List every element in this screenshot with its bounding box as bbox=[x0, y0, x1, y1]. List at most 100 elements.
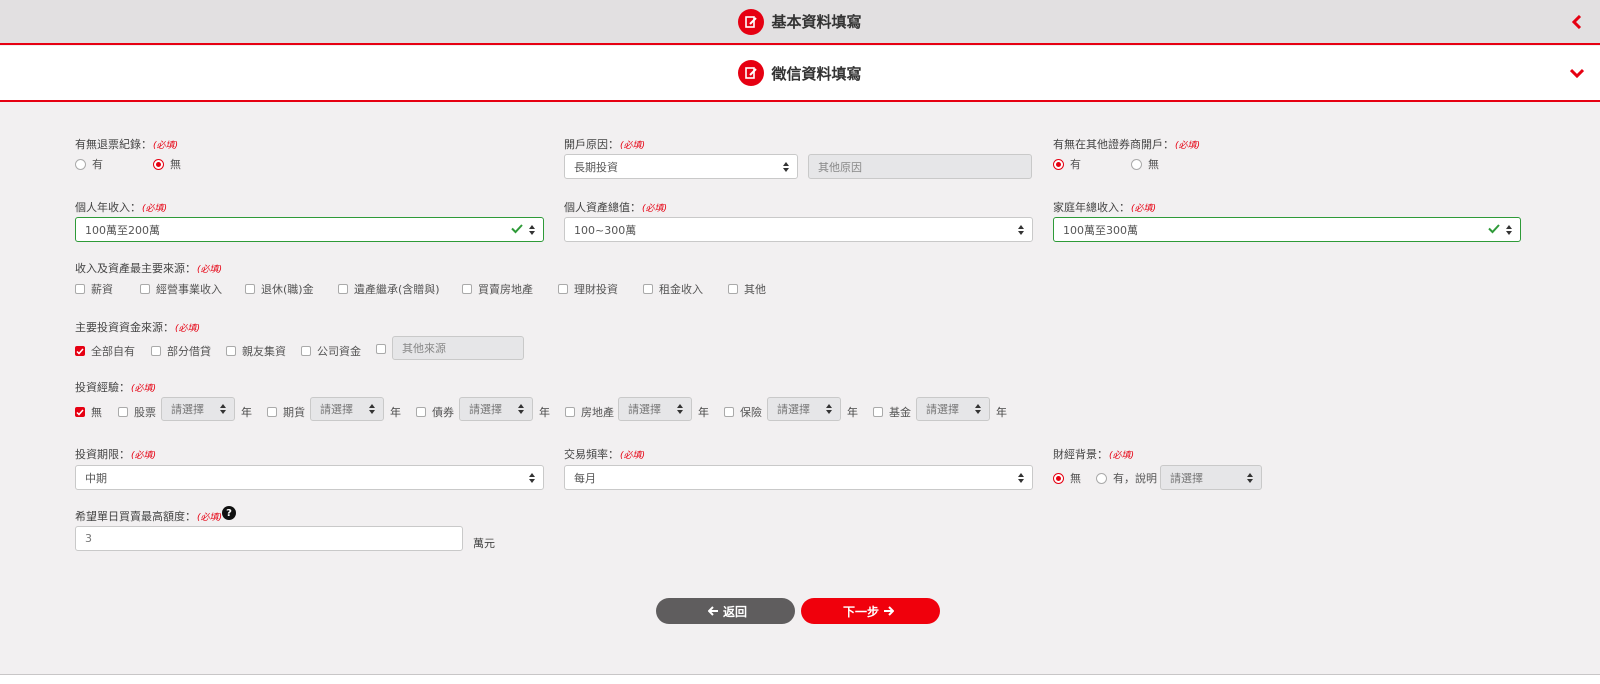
income-source-other-checkbox[interactable]: 其他 bbox=[728, 281, 766, 297]
other-broker-no-radio[interactable]: 無 bbox=[1131, 156, 1159, 172]
checkbox-icon bbox=[565, 407, 575, 417]
experience-stock-checkbox[interactable]: 股票 bbox=[118, 404, 156, 420]
experience-bonds-years-select[interactable]: 請選擇 bbox=[459, 397, 533, 421]
open-reason-select[interactable]: 長期投資 bbox=[564, 154, 798, 179]
next-button[interactable]: 下一步 bbox=[801, 598, 940, 624]
checkbox-label: 親友集資 bbox=[242, 345, 286, 358]
fund-sources-label: 主要投資資金來源：(必填) bbox=[75, 321, 201, 334]
select-arrows-icon bbox=[369, 404, 375, 414]
checkbox-icon bbox=[245, 284, 255, 294]
annual-income-select[interactable]: 100萬至200萬 bbox=[75, 217, 544, 242]
total-assets-label: 個人資產總值：(必填) bbox=[564, 201, 668, 214]
fund-source-company-checkbox[interactable]: 公司資金 bbox=[301, 343, 361, 359]
daily-limit-unit: 萬元 bbox=[473, 537, 495, 550]
chevron-down-icon[interactable] bbox=[1568, 64, 1586, 82]
daily-limit-input[interactable]: 3 bbox=[75, 526, 463, 551]
select-value: 100萬至300萬 bbox=[1063, 223, 1138, 237]
financial-background-yes-radio[interactable]: 有，說明 bbox=[1096, 470, 1157, 486]
section-header-basic-info[interactable]: 基本資料填寫 bbox=[0, 0, 1600, 45]
trade-frequency-label: 交易頻率：(必填) bbox=[564, 448, 646, 461]
select-arrows-icon bbox=[518, 404, 524, 414]
fund-source-other-checkbox[interactable] bbox=[376, 344, 392, 354]
fund-source-other-input[interactable]: 其他來源 bbox=[392, 336, 524, 360]
help-icon[interactable]: ? bbox=[222, 506, 236, 520]
experience-label: 投資經驗：(必填) bbox=[75, 381, 157, 394]
years-unit: 年 bbox=[698, 406, 709, 419]
checkbox-label: 期貨 bbox=[283, 406, 305, 419]
select-value: 長期投資 bbox=[574, 160, 618, 174]
checkbox-icon bbox=[226, 346, 236, 356]
household-income-select[interactable]: 100萬至300萬 bbox=[1053, 217, 1521, 242]
select-arrows-icon bbox=[529, 224, 535, 235]
experience-none-checkbox[interactable]: 無 bbox=[75, 404, 102, 420]
checkbox-icon bbox=[416, 407, 426, 417]
experience-futures-years-select[interactable]: 請選擇 bbox=[310, 397, 384, 421]
invest-period-select[interactable]: 中期 bbox=[75, 465, 544, 490]
back-button[interactable]: 返回 bbox=[656, 598, 795, 624]
radio-selected-icon bbox=[1053, 472, 1064, 484]
next-button-label: 下一步 bbox=[842, 604, 879, 619]
fund-source-family-checkbox[interactable]: 親友集資 bbox=[226, 343, 286, 359]
checkbox-icon bbox=[301, 346, 311, 356]
chevron-left-icon[interactable] bbox=[1568, 13, 1586, 31]
other-broker-yes-radio[interactable]: 有 bbox=[1053, 156, 1081, 172]
income-source-pension-checkbox[interactable]: 退休(職)金 bbox=[245, 281, 314, 297]
financial-background-no-radio[interactable]: 無 bbox=[1053, 470, 1081, 486]
experience-stock-years-select[interactable]: 請選擇 bbox=[161, 397, 235, 421]
trade-frequency-select[interactable]: 每月 bbox=[564, 465, 1033, 490]
experience-futures-checkbox[interactable]: 期貨 bbox=[267, 404, 305, 420]
annual-income-label: 個人年收入：(必填) bbox=[75, 201, 168, 214]
radio-label: 有 bbox=[92, 158, 103, 171]
total-assets-select[interactable]: 100~300萬 bbox=[564, 217, 1033, 242]
experience-insurance-years-select[interactable]: 請選擇 bbox=[767, 397, 841, 421]
financial-background-select[interactable]: 請選擇 bbox=[1160, 465, 1262, 490]
experience-insurance-checkbox[interactable]: 保險 bbox=[724, 404, 762, 420]
select-value: 請選擇 bbox=[628, 403, 661, 416]
experience-funds-checkbox[interactable]: 基金 bbox=[873, 404, 911, 420]
income-source-rent-checkbox[interactable]: 租金收入 bbox=[643, 281, 703, 297]
checkbox-icon bbox=[118, 407, 128, 417]
fund-source-own-checkbox[interactable]: 全部自有 bbox=[75, 343, 135, 359]
section-title-text: 基本資料填寫 bbox=[771, 13, 862, 31]
select-arrows-icon bbox=[1506, 224, 1512, 235]
open-reason-label: 開戶原因：(必填) bbox=[564, 138, 646, 151]
household-income-label: 家庭年總收入：(必填) bbox=[1053, 201, 1157, 214]
section-title-text: 徵信資料填寫 bbox=[771, 64, 862, 83]
checkbox-label: 股票 bbox=[134, 406, 156, 419]
input-placeholder: 其他來源 bbox=[402, 342, 446, 355]
checkbox-checked-icon bbox=[75, 346, 85, 356]
select-value: 請選擇 bbox=[469, 403, 502, 416]
select-value: 請選擇 bbox=[320, 403, 353, 416]
experience-funds-years-select[interactable]: 請選擇 bbox=[916, 397, 990, 421]
fund-source-loan-checkbox[interactable]: 部分借貸 bbox=[151, 343, 211, 359]
experience-real-estate-years-select[interactable]: 請選擇 bbox=[618, 397, 692, 421]
select-arrows-icon bbox=[975, 404, 981, 414]
checkbox-label: 無 bbox=[91, 406, 102, 419]
checkbox-label: 遺產繼承(含贈與) bbox=[354, 283, 440, 296]
income-source-investment-checkbox[interactable]: 理財投資 bbox=[558, 281, 618, 297]
bounced-check-no-radio[interactable]: 無 bbox=[153, 156, 181, 172]
bounced-check-yes-radio[interactable]: 有 bbox=[75, 156, 103, 172]
checkbox-label: 租金收入 bbox=[659, 283, 703, 296]
daily-limit-label: 希望單日買賣最高額度： (必填) bbox=[75, 510, 223, 523]
select-arrows-icon bbox=[677, 404, 683, 414]
other-reason-input[interactable]: 其他原因 bbox=[808, 154, 1032, 179]
checkbox-icon bbox=[376, 344, 386, 354]
section-header-credit-info[interactable]: 徵信資料填寫 bbox=[0, 46, 1600, 102]
experience-bonds-checkbox[interactable]: 債券 bbox=[416, 404, 454, 420]
radio-label: 無 bbox=[1070, 472, 1081, 485]
income-source-business-checkbox[interactable]: 經營事業收入 bbox=[140, 281, 222, 297]
experience-real-estate-checkbox[interactable]: 房地產 bbox=[565, 404, 614, 420]
select-value: 請選擇 bbox=[1170, 471, 1203, 485]
edit-form-icon bbox=[738, 8, 765, 35]
income-source-salary-checkbox[interactable]: 薪資 bbox=[75, 281, 113, 297]
checkbox-icon bbox=[75, 284, 85, 294]
radio-selected-icon bbox=[153, 158, 164, 170]
income-source-inheritance-checkbox[interactable]: 遺產繼承(含贈與) bbox=[338, 281, 440, 297]
years-unit: 年 bbox=[390, 406, 401, 419]
credit-info-form: 有無退票紀錄：(必填) 有 無 開戶原因：(必填) 長期投資 其他原因 有無在其… bbox=[0, 104, 1600, 677]
years-unit: 年 bbox=[539, 406, 550, 419]
form-bottom-edge bbox=[0, 674, 1600, 684]
income-source-real-estate-checkbox[interactable]: 買賣房地產 bbox=[462, 281, 533, 297]
checkbox-label: 理財投資 bbox=[574, 283, 618, 296]
